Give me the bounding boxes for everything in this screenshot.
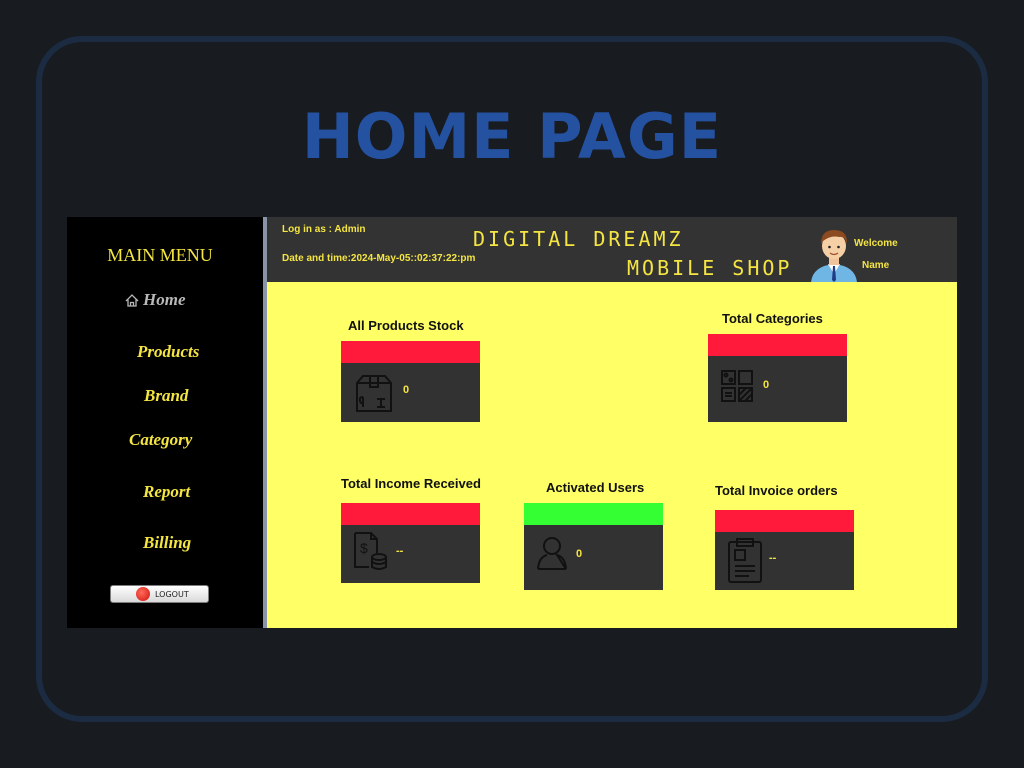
products-stock-title: All Products Stock [348, 318, 464, 333]
income-icon: $ [354, 532, 387, 570]
logout-button[interactable]: LOGOUT [110, 585, 209, 603]
activated-users-card[interactable]: 0 [524, 503, 663, 590]
header-bar: Log in as : Admin Date and time:2024-May… [267, 217, 957, 282]
user-name-label: Name [862, 260, 890, 271]
sidebar-item-category[interactable]: Category [129, 430, 192, 450]
brand-title-line1: DIGITAL DREAMZ [473, 227, 684, 251]
sidebar-item-brand[interactable]: Brand [144, 386, 188, 406]
sidebar: MAIN MENU Home Products Brand Category R… [67, 217, 263, 628]
page-heading: HOME PAGE [301, 100, 723, 173]
invoice-orders-card[interactable]: -- [715, 510, 854, 590]
sidebar-item-label: Home [143, 290, 186, 309]
card-status-bar [341, 341, 480, 363]
activated-users-title: Activated Users [546, 480, 645, 495]
datetime-display: Date and time:2024-May-05::02:37:22:pm [282, 253, 476, 264]
income-received-title: Total Income Received [341, 476, 481, 491]
svg-text:$: $ [360, 540, 368, 556]
invoice-orders-title: Total Invoice orders [715, 483, 838, 498]
sidebar-item-products[interactable]: Products [137, 342, 199, 362]
sidebar-item-report[interactable]: Report [143, 482, 190, 502]
user-avatar-icon [811, 230, 857, 282]
products-stock-value: 0 [403, 384, 410, 396]
user-icon [537, 537, 567, 570]
sidebar-item-billing[interactable]: Billing [143, 533, 191, 553]
invoice-orders-value: -- [769, 552, 777, 564]
main-menu-title: MAIN MENU [107, 245, 213, 265]
sidebar-item-home[interactable]: Home [125, 290, 186, 310]
card-status-bar [708, 334, 847, 356]
activated-users-value: 0 [576, 548, 583, 560]
income-received-value: -- [396, 545, 404, 557]
products-stock-card[interactable]: 0 [341, 341, 480, 422]
welcome-label: Welcome [854, 238, 898, 249]
invoice-icon [728, 538, 762, 583]
total-categories-value: 0 [763, 379, 770, 391]
categories-icon [721, 370, 753, 402]
login-status: Log in as : Admin [282, 224, 366, 235]
total-categories-card[interactable]: 0 [708, 334, 847, 422]
brand-title-line2: MOBILE SHOP [627, 256, 793, 280]
power-icon [136, 587, 150, 601]
total-categories-title: Total Categories [722, 311, 823, 326]
card-status-bar [715, 510, 854, 532]
card-status-bar [341, 503, 480, 525]
home-icon [125, 293, 139, 307]
box-icon [356, 375, 392, 412]
card-status-bar [524, 503, 663, 525]
income-received-card[interactable]: $ -- [341, 503, 480, 583]
app-window: MAIN MENU Home Products Brand Category R… [67, 217, 957, 628]
